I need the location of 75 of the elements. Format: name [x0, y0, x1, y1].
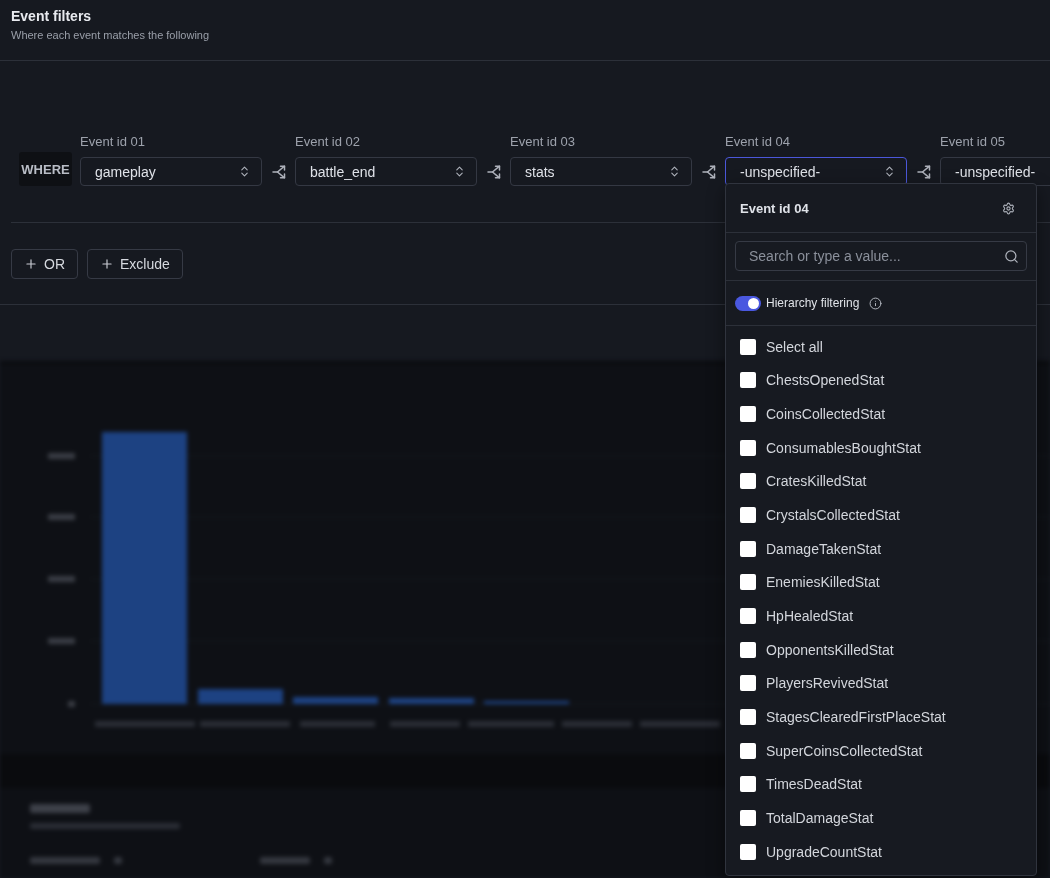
checkbox[interactable]: [740, 810, 756, 826]
blurred-text-placeholder: [30, 857, 100, 864]
branch-icon: [271, 164, 286, 179]
hierarchy-toggle[interactable]: [735, 295, 761, 311]
section-subtitle: Where each event matches the following: [11, 28, 211, 42]
branch-icon: [701, 164, 716, 179]
select-option[interactable]: UpgradeCountStat: [726, 834, 890, 869]
plus-icon: [24, 257, 38, 271]
field-label: Event id 04: [725, 134, 791, 150]
select-option[interactable]: Select all: [726, 330, 831, 364]
select-option[interactable]: TimesDeadStat: [726, 767, 870, 802]
blurred-axis-label: [48, 453, 75, 459]
field-label: Event id 02: [295, 134, 361, 150]
checkbox[interactable]: [740, 608, 756, 625]
event-select[interactable]: stats: [510, 157, 692, 186]
dropdown-title: Event id 04: [740, 200, 809, 216]
checkbox[interactable]: [740, 507, 756, 524]
plus-icon: [100, 257, 114, 271]
checkbox[interactable]: [740, 372, 756, 389]
checkbox[interactable]: [740, 406, 756, 423]
add-condition-button[interactable]: OR: [11, 249, 78, 279]
blurred-axis-label: [48, 514, 75, 520]
checkbox[interactable]: [740, 675, 756, 692]
section-title: Event filters: [11, 7, 93, 25]
blurred-text-placeholder: [30, 804, 90, 813]
select-option[interactable]: CoinsCollectedStat: [726, 397, 894, 431]
search-icon: [1004, 249, 1019, 264]
select-option[interactable]: ConsumablesBoughtStat: [726, 430, 929, 465]
select-option[interactable]: EnemiesKilledStat: [726, 565, 888, 600]
blurred-axis-label: [48, 638, 75, 644]
info-icon[interactable]: [869, 296, 883, 310]
select-option[interactable]: OpponentsKilledStat: [726, 632, 902, 667]
checkbox[interactable]: [740, 843, 756, 860]
up-down-chevron-icon: [668, 165, 681, 178]
select-option[interactable]: ChestsOpenedStat: [726, 363, 893, 398]
checkbox[interactable]: [740, 574, 756, 591]
settings-icon: [1002, 201, 1015, 215]
blurred-axis-label: [48, 576, 75, 582]
select-option[interactable]: DamageTakenStat: [726, 531, 890, 566]
checkbox[interactable]: [740, 776, 756, 793]
blurred-text-placeholder: [324, 857, 332, 864]
toggle-label: Hierarchy filtering: [766, 296, 860, 310]
blurred-axis-label: [562, 721, 632, 727]
checkbox[interactable]: [740, 338, 756, 355]
select-option[interactable]: StagesClearedFirstPlaceStat: [726, 700, 954, 734]
settings-button[interactable]: [1002, 201, 1015, 215]
checkbox[interactable]: [740, 709, 756, 726]
blurred-text-placeholder: [260, 857, 310, 864]
branch-icon: [486, 164, 501, 179]
up-down-chevron-icon: [883, 165, 896, 178]
checkbox[interactable]: [740, 641, 756, 658]
where-keyword: WHERE: [19, 152, 72, 186]
search-field[interactable]: Search or type a value...: [735, 241, 1027, 271]
add-condition-button[interactable]: Exclude: [87, 249, 183, 279]
select-option[interactable]: CratesKilledStat: [726, 464, 875, 499]
checkbox[interactable]: [740, 473, 756, 490]
checkbox[interactable]: [740, 540, 756, 557]
select-option[interactable]: HpHealedStat: [726, 599, 862, 633]
branch-icon: [916, 164, 931, 179]
select-option[interactable]: CrystalsCollectedStat: [726, 498, 908, 532]
checkbox[interactable]: [740, 439, 756, 456]
select-option[interactable]: PlayersRevivedStat: [726, 666, 897, 701]
blurred-axis-label: [390, 721, 460, 727]
select-option[interactable]: TotalDamageStat: [726, 801, 882, 835]
blurred-axis-label: [68, 701, 75, 707]
field-label: Event id 05: [940, 134, 1006, 150]
field-label: Event id 03: [510, 134, 576, 150]
checkbox[interactable]: [740, 742, 756, 759]
up-down-chevron-icon: [453, 165, 466, 178]
event-select[interactable]: battle_end: [295, 157, 477, 186]
event-select[interactable]: gameplay: [80, 157, 262, 186]
blurred-text-placeholder: [114, 857, 122, 864]
field-label: Event id 01: [80, 134, 146, 150]
up-down-chevron-icon: [238, 165, 251, 178]
select-option[interactable]: SuperCoinsCollectedStat: [726, 733, 931, 768]
